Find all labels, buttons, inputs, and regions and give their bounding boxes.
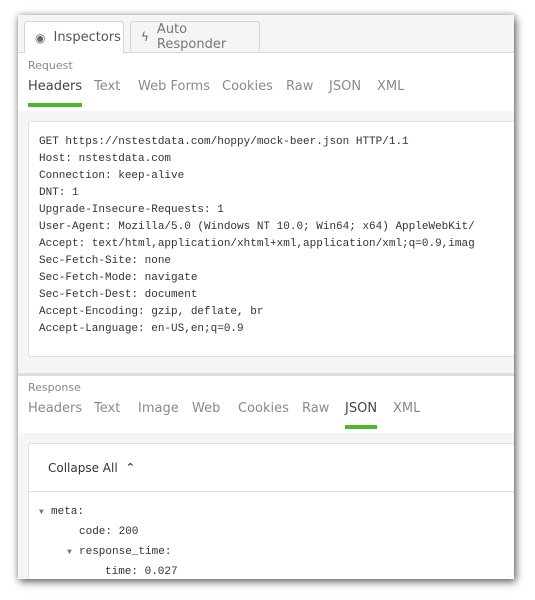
header-line: User-Agent: Mozilla/5.0 (Windows NT 10.0… (39, 221, 475, 233)
inspector-window: ◉ Inspectors ϟ Auto Responder Request He… (18, 15, 514, 579)
response-tab-text[interactable]: Text (94, 401, 120, 416)
response-tab-json[interactable]: JSON (345, 401, 378, 429)
top-tab-bar: ◉ Inspectors ϟ Auto Responder (18, 15, 514, 53)
collapse-all-button[interactable]: Collapse All ⌃ (48, 461, 135, 475)
lightning-icon: ϟ (141, 29, 149, 44)
header-line: Accept-Encoding: gzip, deflate, br (39, 306, 264, 318)
response-label: Response (28, 381, 81, 394)
header-line: DNT: 1 (39, 187, 79, 199)
json-key-value: code: 200 (79, 526, 139, 538)
json-node-response-time[interactable]: ▼ response_time: (39, 542, 178, 562)
expand-triangle-icon[interactable]: ▼ (39, 503, 51, 523)
chevron-up-icon: ⌃ (125, 461, 135, 474)
json-node-code: code: 200 (39, 522, 178, 542)
tab-label: Auto Responder (156, 21, 227, 52)
header-line: Sec-Fetch-Site: none (39, 255, 172, 267)
header-line: Connection: keep-alive (39, 170, 185, 182)
request-tabs: Headers Text Web Forms Cookies Raw JSON … (18, 79, 514, 112)
json-key-value: time: 0.027 (105, 566, 178, 578)
json-toolbar: Collapse All ⌃ (29, 444, 514, 492)
request-body: GET https://nstestdata.com/hoppy/mock-be… (18, 111, 514, 373)
request-headers-text: GET https://nstestdata.com/hoppy/mock-be… (39, 134, 475, 338)
json-tree: ▼ meta: code: 200 ▼ response_time: time: 0… (39, 502, 178, 579)
request-tab-xml[interactable]: XML (377, 79, 404, 94)
request-tab-json[interactable]: JSON (329, 79, 361, 94)
tab-auto-responder[interactable]: ϟ Auto Responder (130, 21, 260, 52)
response-body: Collapse All ⌃ ▼ meta: code: 200 ▼ respons… (18, 433, 514, 579)
header-line: Host: nstestdata.com (39, 153, 172, 165)
response-tab-cookies[interactable]: Cookies (238, 401, 289, 416)
request-tab-cookies[interactable]: Cookies (222, 79, 273, 94)
response-tab-xml[interactable]: XML (393, 401, 420, 416)
response-tab-web[interactable]: Web (192, 401, 220, 416)
header-line: GET https://nstestdata.com/hoppy/mock-be… (39, 136, 409, 148)
response-tab-image[interactable]: Image (138, 401, 179, 416)
json-viewer: Collapse All ⌃ ▼ meta: code: 200 ▼ respons… (28, 443, 514, 579)
request-tab-headers[interactable]: Headers (28, 79, 83, 107)
response-tabs: Headers Text Image Web Cookies Raw JSON … (18, 401, 514, 434)
request-headers-box[interactable]: GET https://nstestdata.com/hoppy/mock-be… (28, 121, 514, 357)
request-tab-text[interactable]: Text (94, 79, 120, 94)
json-node-meta[interactable]: ▼ meta: (39, 502, 178, 522)
response-tab-raw[interactable]: Raw (302, 401, 329, 416)
json-node-time: time: 0.027 (39, 562, 178, 579)
collapse-all-label: Collapse All (48, 460, 118, 475)
eye-icon: ◉ (35, 30, 46, 45)
json-key: meta: (51, 506, 85, 518)
header-line: Upgrade-Insecure-Requests: 1 (39, 204, 224, 216)
request-panel: Request Headers Text Web Forms Cookies R… (18, 53, 514, 373)
request-label: Request (28, 59, 73, 72)
response-panel: Response Headers Text Image Web Cookies … (18, 376, 514, 579)
response-tab-headers[interactable]: Headers (28, 401, 82, 416)
expand-triangle-icon[interactable]: ▼ (67, 543, 79, 563)
header-line: Sec-Fetch-Mode: navigate (39, 272, 198, 284)
header-line: Sec-Fetch-Dest: document (39, 289, 198, 301)
json-key: response_time: (79, 546, 172, 558)
request-tab-web-forms[interactable]: Web Forms (138, 79, 210, 94)
header-line: Accept-Language: en-US,en;q=0.9 (39, 323, 244, 335)
tab-inspectors[interactable]: ◉ Inspectors (24, 21, 124, 53)
header-line: Accept: text/html,application/xhtml+xml,… (39, 238, 475, 250)
tab-label: Inspectors (53, 30, 121, 45)
request-tab-raw[interactable]: Raw (286, 79, 313, 94)
